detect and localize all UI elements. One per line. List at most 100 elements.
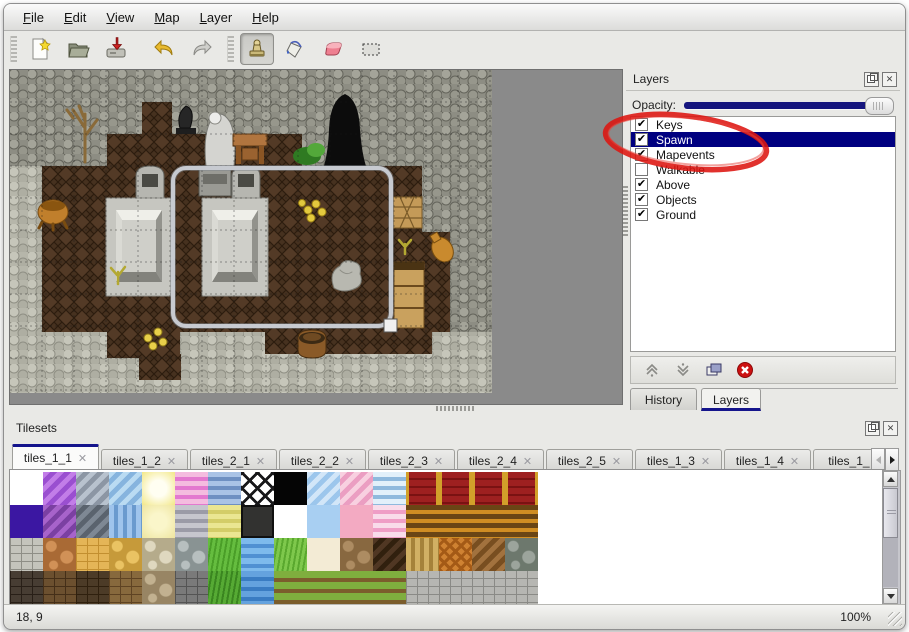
scroll-tabs-right-button[interactable] <box>885 448 899 472</box>
checked-checkbox[interactable]: ✔ <box>635 118 648 131</box>
tileset-tile[interactable] <box>472 505 505 538</box>
tileset-tile[interactable] <box>10 538 43 571</box>
tileset-tile[interactable] <box>505 505 538 538</box>
tileset-tile[interactable] <box>241 505 274 538</box>
tileset-tile[interactable] <box>373 472 406 505</box>
tileset-tile[interactable] <box>274 538 307 571</box>
tileset-scrollbar[interactable] <box>882 470 901 605</box>
scrollbar-thumb[interactable] <box>883 488 898 538</box>
scroll-down-button[interactable] <box>883 588 898 604</box>
lower-layer-button[interactable] <box>672 360 694 380</box>
checked-checkbox[interactable]: ✔ <box>635 133 648 146</box>
float-panel-icon[interactable] <box>865 421 880 436</box>
layer-row-walkable[interactable]: Walkable <box>631 162 895 177</box>
tileset-tile[interactable] <box>76 472 109 505</box>
menu-file[interactable]: File <box>14 7 53 28</box>
tileset-tab-tiles_1_1[interactable]: tiles_1_1✕ <box>12 444 99 470</box>
tileset-tile[interactable] <box>142 538 175 571</box>
tileset-tile[interactable] <box>439 505 472 538</box>
tileset-tile[interactable] <box>340 571 373 604</box>
tileset-tile[interactable] <box>439 571 472 604</box>
open-file-button[interactable] <box>61 33 95 65</box>
tileset-tile[interactable] <box>307 538 340 571</box>
fill-tool-button[interactable] <box>278 33 312 65</box>
tileset-tile[interactable] <box>109 505 142 538</box>
duplicate-layer-button[interactable] <box>703 360 725 380</box>
tileset-tile[interactable] <box>274 472 307 505</box>
tileset-tile[interactable] <box>175 472 208 505</box>
menu-map[interactable]: Map <box>145 7 188 28</box>
tileset-tile[interactable] <box>10 571 43 604</box>
save-file-button[interactable] <box>99 33 133 65</box>
tileset-tab-tiles_2_4[interactable]: tiles_2_4✕ <box>457 449 544 470</box>
tileset-grid-area[interactable] <box>9 469 885 605</box>
tab-layers[interactable]: Layers <box>701 388 761 411</box>
close-panel-icon[interactable]: ✕ <box>882 72 897 87</box>
horizontal-splitter[interactable] <box>436 406 474 411</box>
checked-checkbox[interactable]: ✔ <box>635 148 648 161</box>
tileset-tile[interactable] <box>406 472 439 505</box>
tileset-tile[interactable] <box>472 571 505 604</box>
tileset-tile[interactable] <box>109 538 142 571</box>
tileset-tile[interactable] <box>373 538 406 571</box>
tileset-tile[interactable] <box>340 538 373 571</box>
tileset-tile[interactable] <box>76 505 109 538</box>
tileset-tile[interactable] <box>505 571 538 604</box>
select-tool-button[interactable] <box>354 33 388 65</box>
tileset-tab-tiles_1_3[interactable]: tiles_1_3✕ <box>635 449 722 470</box>
close-tab-icon[interactable]: ✕ <box>523 456 532 468</box>
tileset-tile[interactable] <box>505 538 538 571</box>
tileset-tile[interactable] <box>307 571 340 604</box>
tileset-tile[interactable] <box>208 538 241 571</box>
tileset-tile[interactable] <box>142 571 175 604</box>
tileset-tile[interactable] <box>274 505 307 538</box>
tileset-tab-tiles_1_4[interactable]: tiles_1_4✕ <box>724 449 811 470</box>
tileset-tile[interactable] <box>472 472 505 505</box>
tileset-tab-tiles_2_1[interactable]: tiles_2_1✕ <box>190 449 277 470</box>
close-tab-icon[interactable]: ✕ <box>78 453 87 465</box>
tileset-tile[interactable] <box>142 505 175 538</box>
redo-button[interactable] <box>185 33 219 65</box>
tileset-tile[interactable] <box>43 505 76 538</box>
stamp-tool-button[interactable] <box>240 33 274 65</box>
close-tab-icon[interactable]: ✕ <box>256 456 265 468</box>
tileset-tile[interactable] <box>505 472 538 505</box>
layer-row-mapevents[interactable]: ✔Mapevents <box>631 147 895 162</box>
close-tab-icon[interactable]: ✕ <box>345 456 354 468</box>
tileset-tile[interactable] <box>175 571 208 604</box>
tileset-tile[interactable] <box>208 571 241 604</box>
tileset-tile[interactable] <box>340 472 373 505</box>
tileset-tile[interactable] <box>175 505 208 538</box>
tileset-tile[interactable] <box>439 472 472 505</box>
eraser-tool-button[interactable] <box>316 33 350 65</box>
layer-row-objects[interactable]: ✔Objects <box>631 192 895 207</box>
raise-layer-button[interactable] <box>641 360 663 380</box>
tileset-tile[interactable] <box>208 505 241 538</box>
tileset-tile[interactable] <box>340 505 373 538</box>
tileset-tile[interactable] <box>406 505 439 538</box>
tileset-tab-tiles_2_3[interactable]: tiles_2_3✕ <box>368 449 455 470</box>
tileset-tab-tiles_1_2[interactable]: tiles_1_2✕ <box>101 449 188 470</box>
map-canvas[interactable] <box>9 69 623 405</box>
tileset-tile[interactable] <box>208 472 241 505</box>
menu-edit[interactable]: Edit <box>55 7 95 28</box>
layer-row-keys[interactable]: ✔Keys <box>631 117 895 132</box>
layer-row-ground[interactable]: ✔Ground <box>631 207 895 222</box>
tileset-tile[interactable] <box>241 571 274 604</box>
undo-button[interactable] <box>147 33 181 65</box>
float-panel-icon[interactable] <box>864 72 879 87</box>
delete-layer-button[interactable] <box>734 360 756 380</box>
tileset-tile[interactable] <box>241 472 274 505</box>
tileset-tile[interactable] <box>43 472 76 505</box>
menu-view[interactable]: View <box>97 7 143 28</box>
layer-row-spawn[interactable]: ✔Spawn <box>631 132 895 147</box>
tab-history[interactable]: History <box>630 388 697 410</box>
scroll-up-button[interactable] <box>883 471 898 487</box>
opacity-slider[interactable] <box>682 96 894 114</box>
toolbar-drag-handle[interactable] <box>10 36 17 62</box>
tileset-tile[interactable] <box>241 538 274 571</box>
tileset-tile[interactable] <box>274 571 307 604</box>
close-tab-icon[interactable]: ✕ <box>790 456 799 468</box>
close-tab-icon[interactable]: ✕ <box>701 456 710 468</box>
toolbar-drag-handle-2[interactable] <box>227 36 234 62</box>
